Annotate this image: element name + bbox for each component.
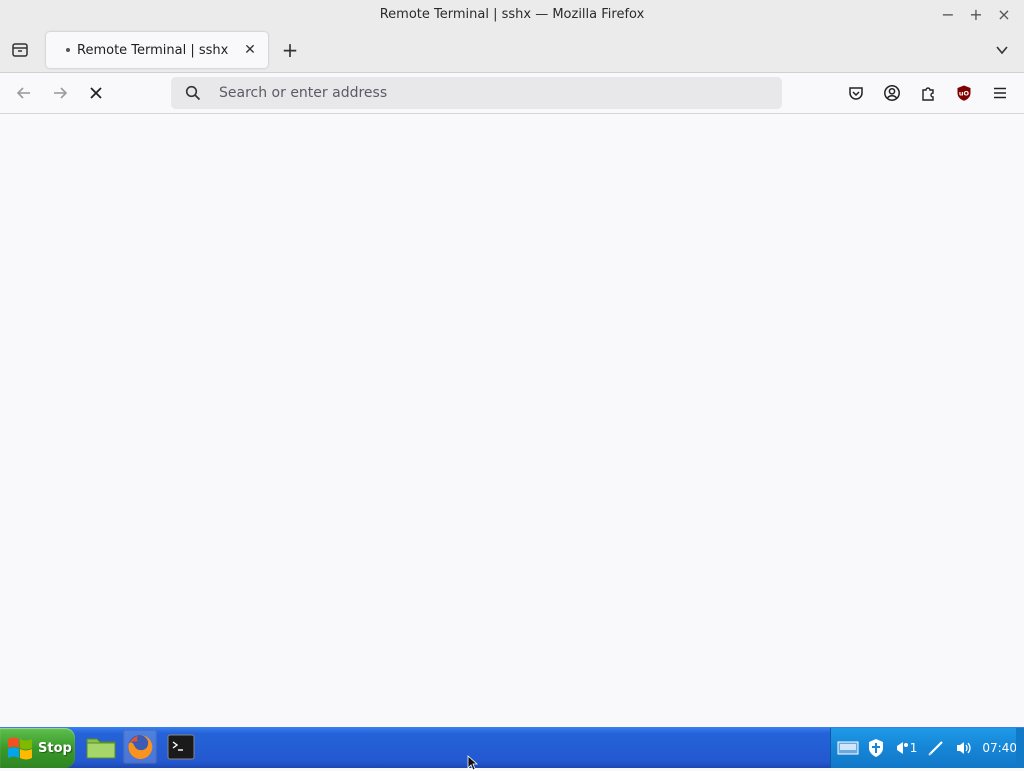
tray-pen-icon[interactable] xyxy=(926,737,947,759)
navigation-bar: uO xyxy=(0,73,1024,114)
window-title: Remote Terminal | sshx — Mozilla Firefox xyxy=(379,6,645,22)
window-controls: − + × xyxy=(934,3,1018,25)
tray-security-shield-icon[interactable] xyxy=(865,737,886,759)
tray-notifications-icon[interactable]: 1 xyxy=(892,737,919,759)
stop-loading-button[interactable] xyxy=(82,79,110,107)
address-bar[interactable] xyxy=(171,77,782,109)
tab-close-icon[interactable]: ✕ xyxy=(238,38,262,62)
taskbar-file-manager[interactable] xyxy=(84,730,118,764)
tab-loading-indicator xyxy=(66,48,70,52)
account-button[interactable] xyxy=(878,79,906,107)
tray-volume-icon[interactable] xyxy=(953,737,974,759)
forward-arrow-icon xyxy=(54,87,68,99)
pocket-button[interactable] xyxy=(842,79,870,107)
firefox-view-button[interactable] xyxy=(6,36,34,64)
stop-x-icon xyxy=(90,87,102,99)
address-input[interactable] xyxy=(217,84,761,102)
chevron-down-icon xyxy=(996,46,1008,55)
list-all-tabs-button[interactable] xyxy=(988,36,1016,64)
mouse-cursor-icon xyxy=(467,755,479,771)
terminal-icon xyxy=(167,734,195,760)
forward-button[interactable] xyxy=(46,79,74,107)
tab-label: Remote Terminal | sshx xyxy=(77,42,229,58)
tray-notification-count: 1 xyxy=(909,741,918,755)
minimize-button[interactable]: − xyxy=(934,3,962,25)
extensions-icon xyxy=(922,87,934,101)
taskbar-terminal[interactable] xyxy=(164,730,198,764)
ublock-icon: uO xyxy=(957,85,971,101)
account-icon xyxy=(884,85,900,101)
app-menu-button[interactable] xyxy=(986,79,1014,107)
search-icon xyxy=(185,85,207,101)
system-tray: 1 07:40 xyxy=(830,728,1017,768)
back-arrow-icon xyxy=(16,87,30,99)
tab-strip: Remote Terminal | sshx ✕ + xyxy=(0,28,1024,73)
taskbar-firefox[interactable] xyxy=(123,730,157,764)
page-content-area[interactable] xyxy=(0,114,1024,727)
firefox-icon xyxy=(128,734,153,759)
menu-icon xyxy=(994,87,1006,99)
ublock-button[interactable]: uO xyxy=(950,79,978,107)
start-button-label: Stop xyxy=(38,740,72,756)
windows-logo-icon xyxy=(8,737,32,760)
start-button[interactable]: Stop xyxy=(0,728,75,768)
maximize-button[interactable]: + xyxy=(962,3,990,25)
close-window-button[interactable]: × xyxy=(990,3,1018,25)
firefox-view-icon xyxy=(12,43,28,57)
taskbar: Stop 1 07:40 xyxy=(0,727,1024,768)
extensions-button[interactable] xyxy=(914,79,942,107)
new-tab-button[interactable]: + xyxy=(276,36,304,64)
svg-text:uO: uO xyxy=(959,90,970,98)
tray-network-icon[interactable] xyxy=(837,737,859,759)
tab-remote-terminal[interactable]: Remote Terminal | sshx ✕ xyxy=(46,32,268,68)
pocket-icon xyxy=(849,87,863,100)
show-desktop-button[interactable] xyxy=(1016,728,1024,768)
back-button[interactable] xyxy=(10,79,38,107)
tray-clock: 07:40 xyxy=(982,741,1017,755)
window-titlebar: Remote Terminal | sshx — Mozilla Firefox… xyxy=(0,0,1024,28)
file-manager-icon xyxy=(86,738,116,759)
